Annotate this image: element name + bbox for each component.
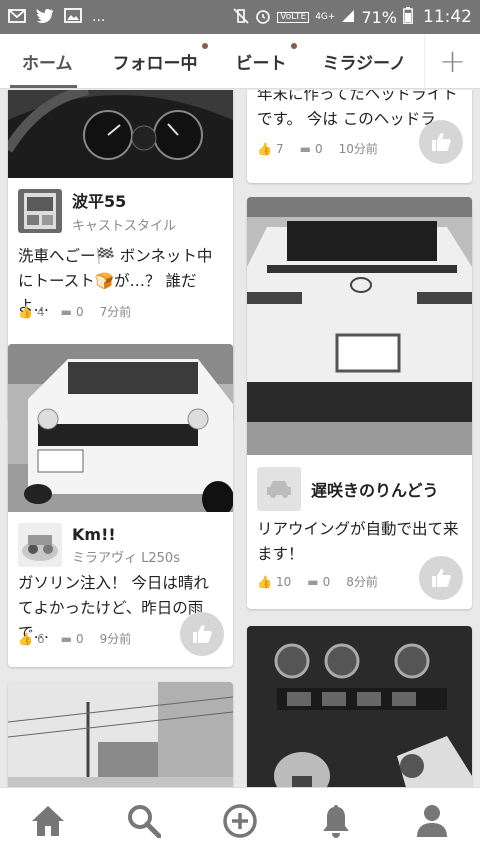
status-bar: ... VoLTE 4G+ 71% 11:42: [0, 0, 480, 34]
like-count-icon: 👍: [257, 141, 272, 156]
nav-profile-button[interactable]: [402, 791, 462, 851]
like-count-icon: 👍: [18, 631, 33, 646]
avatar: [18, 523, 62, 567]
plus-icon: +: [439, 42, 466, 80]
like-count: 10: [275, 574, 292, 589]
car-dashboard-image: [8, 90, 233, 178]
post-photo[interactable]: [8, 90, 233, 178]
battery-percent: 71%: [361, 7, 397, 27]
car-model: ミラアヴィ L250s: [72, 550, 180, 566]
post-card[interactable]: 年末に作ってたヘッドライトです。 今は このヘッドラ… 👍 7 ▬ 0 10分前: [247, 90, 472, 183]
tab-label: ホーム: [22, 53, 73, 74]
comment-count: 0: [314, 141, 323, 156]
post-photo[interactable]: [8, 344, 233, 512]
post-card[interactable]: [247, 626, 472, 787]
thumbs-up-icon: [432, 133, 451, 151]
home-icon: [32, 805, 64, 836]
post-author[interactable]: 遅咲きのりんどう: [257, 467, 439, 511]
comment-icon: ▬: [299, 141, 311, 156]
like-count: 6: [36, 631, 45, 646]
network-label: 4G+: [315, 11, 336, 22]
new-indicator-dot: [290, 43, 297, 49]
nav-post-button[interactable]: [210, 791, 270, 851]
author-name: 遅咲きのりんどう: [311, 481, 439, 500]
author-name: 波平55: [72, 192, 127, 211]
post-card[interactable]: 遅咲きのりんどう リアウイングが自動で出て来ます！ 👍 10 ▬ 0 8分前: [247, 197, 472, 609]
street-photo: [8, 682, 233, 787]
nav-home-button[interactable]: [18, 791, 78, 851]
post-meta: 👍 6 ▬ 0 9分前: [18, 630, 131, 647]
search-icon: [128, 804, 161, 838]
like-count-icon: 👍: [18, 304, 33, 319]
tab-label: ビート: [235, 53, 287, 74]
post-author[interactable]: Km!! ミラアヴィ L250s: [18, 523, 180, 567]
tab-following[interactable]: フォロー中: [87, 34, 214, 88]
avatar: [18, 189, 62, 233]
add-post-icon: [223, 803, 257, 838]
post-time: 10分前: [338, 142, 378, 156]
tab-label: ミラジーノ: [322, 53, 407, 74]
mail-icon: [8, 8, 26, 26]
bottom-navigation: [0, 787, 480, 853]
comment-icon: ▬: [60, 631, 72, 646]
thumbs-up-icon: [193, 625, 212, 643]
car-interior-photo: [247, 626, 472, 787]
tab-mira-gino[interactable]: ミラジーノ: [303, 34, 423, 88]
add-tab-button[interactable]: +: [424, 34, 480, 88]
status-ellipsis: ...: [92, 9, 106, 25]
like-button[interactable]: [180, 612, 224, 656]
like-button[interactable]: [419, 556, 463, 600]
author-name: Km!!: [72, 524, 116, 544]
post-feed[interactable]: 波平55 キャストスタイル 洗車へごー🏁 ボンネット中にトースト🍞が…？ 誰だよ…: [0, 90, 480, 787]
tab-beat[interactable]: ビート: [214, 34, 303, 88]
signal-icon: [341, 9, 355, 26]
post-meta: 👍 7 ▬ 0 10分前: [257, 140, 378, 157]
post-time: 9分前: [99, 632, 132, 646]
thumbs-up-icon: [432, 569, 451, 587]
comment-count: 0: [322, 574, 331, 589]
post-author[interactable]: 波平55 キャストスタイル: [18, 188, 176, 234]
comment-count: 0: [75, 631, 84, 646]
post-time: 8分前: [346, 575, 378, 589]
post-photo[interactable]: [8, 682, 233, 787]
clock: 11:42: [423, 7, 472, 27]
post-card[interactable]: Km!! ミラアヴィ L250s ガソリン注入！ 今日は晴れてよかったけど、昨日…: [8, 344, 233, 667]
comment-icon: ▬: [307, 574, 319, 589]
like-count-icon: 👍: [257, 574, 272, 589]
post-time: 7分前: [99, 305, 132, 319]
like-count: 4: [36, 304, 45, 319]
image-icon: [64, 8, 82, 26]
post-photo[interactable]: [247, 197, 472, 455]
profile-icon: [417, 804, 447, 837]
new-indicator-dot: [201, 43, 208, 49]
post-photo[interactable]: [247, 626, 472, 787]
alarm-icon: [255, 8, 271, 27]
sports-car-rear-photo: [247, 197, 472, 455]
default-car-avatar-icon: [267, 481, 291, 498]
post-meta: 👍 10 ▬ 0 8分前: [257, 573, 378, 590]
notification-bell-icon: [323, 804, 349, 838]
tab-scroller[interactable]: ホーム フォロー中 ビート ミラジーノ: [0, 34, 424, 88]
white-car-photo: [8, 344, 233, 512]
twitter-icon: [36, 8, 54, 26]
nav-notification-button[interactable]: [306, 791, 366, 851]
nav-search-button[interactable]: [114, 791, 174, 851]
tab-bar: ホーム フォロー中 ビート ミラジーノ +: [0, 34, 480, 89]
comment-count: 0: [75, 304, 84, 319]
comment-icon: ▬: [60, 304, 72, 319]
car-model: キャストスタイル: [72, 219, 177, 234]
post-meta: 👍 4 ▬ 0 7分前: [18, 303, 131, 320]
volte-icon: VoLTE: [277, 11, 310, 23]
like-button[interactable]: [419, 120, 463, 164]
tab-home[interactable]: ホーム: [0, 34, 87, 88]
battery-icon: [403, 7, 413, 27]
tab-label: フォロー中: [112, 53, 198, 74]
like-count: 7: [275, 141, 284, 156]
avatar: [257, 467, 301, 511]
vibrate-mute-icon: [233, 7, 249, 27]
post-card[interactable]: [8, 682, 233, 787]
